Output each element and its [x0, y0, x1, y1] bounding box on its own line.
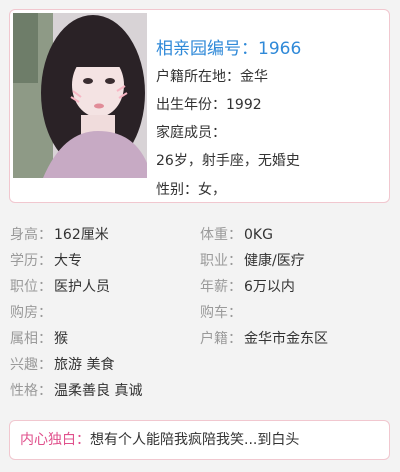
gender-line: 性别：女， [156, 182, 226, 198]
detail-weight: 体重： 0KG [200, 224, 273, 250]
detail-value: 健康/医疗 [244, 253, 305, 269]
detail-value: 162厘米 [54, 227, 109, 243]
detail-education: 学历： 大专 [10, 250, 82, 276]
detail-house: 购房： [10, 302, 54, 328]
detail-interests: 兴趣： 旅游 美食 [10, 354, 114, 380]
detail-label: 购车： [200, 305, 242, 321]
detail-zodiac: 属相：猴 [10, 328, 68, 354]
detail-value: 金华市金东区 [244, 331, 328, 347]
detail-value: 0KG [244, 227, 273, 243]
monologue-text: 想有个人能陪我疯陪我笑...到白头 [90, 432, 300, 448]
detail-label: 职业： [200, 253, 242, 269]
detail-value: 6万以内 [244, 279, 295, 295]
detail-position: 职位： 医护人员 [10, 276, 110, 302]
detail-label: 学历： [10, 253, 52, 269]
detail-label: 属相： [10, 331, 52, 347]
detail-label: 性格： [10, 383, 52, 399]
detail-height: 身高： 162厘米 [10, 224, 109, 250]
detail-salary: 年薪： 6万以内 [200, 276, 295, 302]
detail-personality: 性格： 温柔善良 真诚 [10, 380, 142, 406]
age-sign-line: 26岁，射手座，无婚史 [156, 153, 300, 169]
detail-label: 体重： [200, 227, 242, 243]
monologue-label: 内心独白： [20, 432, 90, 448]
detail-label: 户籍： [200, 331, 242, 347]
detail-occupation: 职业： 健康/医疗 [200, 250, 305, 276]
birth-year-line: 出生年份：1992 [156, 97, 262, 113]
family-line: 家庭成员： [156, 125, 226, 141]
detail-label: 身高： [10, 227, 52, 243]
profile-card: 相亲园编号：1966 户籍所在地：金华 出生年份：1992 家庭成员： 26岁，… [9, 9, 390, 203]
detail-value: 旅游 美食 [54, 357, 115, 373]
detail-value: 猴 [54, 331, 68, 347]
detail-car: 购车： [200, 302, 244, 328]
detail-label: 兴趣： [10, 357, 52, 373]
detail-label: 职位： [10, 279, 52, 295]
monologue-box: 内心独白：想有个人能陪我疯陪我笑...到白头 [9, 420, 390, 460]
detail-label: 年薪： [200, 279, 242, 295]
portrait-image [13, 13, 147, 178]
profile-id-title: 相亲园编号：1966 [156, 39, 302, 59]
profile-photo[interactable] [13, 13, 147, 178]
detail-value: 医护人员 [54, 279, 110, 295]
hometown-line: 户籍所在地：金华 [156, 69, 268, 85]
detail-value: 大专 [54, 253, 82, 269]
detail-value: 温柔善良 真诚 [54, 383, 143, 399]
detail-hukou: 户籍： 金华市金东区 [200, 328, 328, 354]
detail-label: 购房： [10, 305, 52, 321]
